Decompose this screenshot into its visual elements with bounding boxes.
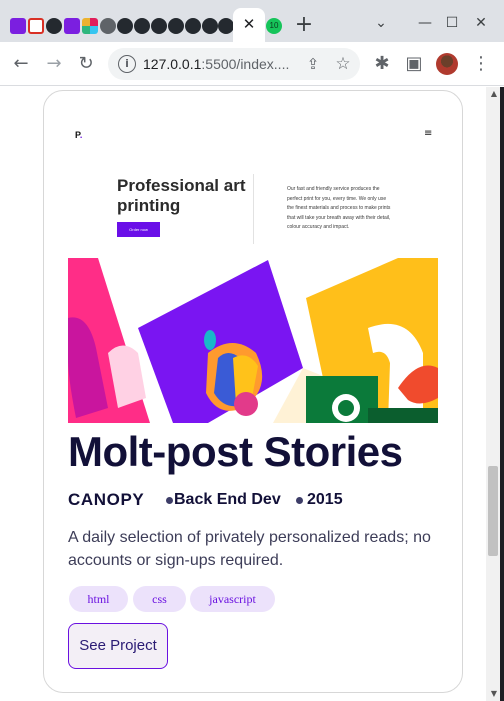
- forward-icon[interactable]: →: [41, 51, 67, 77]
- github-tab-icon[interactable]: [134, 18, 150, 34]
- tab-favicon-icon[interactable]: [64, 18, 80, 34]
- tab-favicon-icon[interactable]: [10, 18, 26, 34]
- new-tab-button[interactable]: +: [293, 14, 315, 36]
- preview-title: Professional art printing: [117, 176, 246, 215]
- chrome-menu-icon[interactable]: ⋮: [468, 51, 494, 77]
- page-viewport: P. ≡ Professional art printing Order now…: [0, 87, 486, 701]
- github-tab-icon[interactable]: [117, 18, 133, 34]
- project-description: A daily selection of privately personali…: [68, 529, 431, 569]
- github-tab-icon[interactable]: [218, 18, 234, 34]
- maximize-button[interactable]: ☐: [441, 12, 463, 34]
- tab-badge-icon[interactable]: 10: [266, 18, 282, 34]
- preview-artwork: [68, 258, 438, 423]
- extensions-icon[interactable]: ✱: [369, 51, 395, 77]
- reload-icon[interactable]: ↻: [73, 51, 99, 77]
- project-role: Back End Dev: [174, 491, 281, 508]
- url-text[interactable]: 127.0.0.1:5500/index....: [143, 56, 293, 72]
- github-tab-icon[interactable]: [46, 18, 62, 34]
- tag-javascript: javascript: [190, 586, 275, 612]
- tab-search-icon[interactable]: ⌄: [370, 12, 392, 34]
- scroll-down-arrow-icon[interactable]: ▼: [488, 689, 500, 699]
- back-icon[interactable]: ←: [8, 51, 34, 77]
- tab-favicon-icon[interactable]: [100, 18, 116, 34]
- github-tab-icon[interactable]: [185, 18, 201, 34]
- side-panel-icon[interactable]: ▣: [401, 51, 427, 77]
- bookmark-star-icon[interactable]: ☆: [332, 53, 354, 75]
- project-card: P. ≡ Professional art printing Order now…: [43, 90, 463, 693]
- github-tab-icon[interactable]: [202, 18, 218, 34]
- background-window-edge: [500, 87, 504, 701]
- preview-menu-icon: ≡: [424, 128, 433, 139]
- profile-avatar[interactable]: [436, 53, 458, 75]
- close-window-button[interactable]: ✕: [470, 12, 492, 34]
- tag-css: css: [133, 586, 186, 612]
- browser-toolbar: ← → ↻ i 127.0.0.1:5500/index.... ⇪ ☆ ✱ ▣…: [0, 42, 504, 86]
- scrollbar-thumb[interactable]: [488, 466, 498, 556]
- project-title: Molt-post Stories: [68, 428, 403, 475]
- preview-divider: [253, 174, 254, 244]
- address-bar[interactable]: i 127.0.0.1:5500/index.... ⇪ ☆: [108, 48, 360, 80]
- bullet-icon: [166, 497, 173, 504]
- project-client: CANOPY: [68, 490, 145, 509]
- tab-strip: ✕ 10 + ⌄ — ☐ ✕: [0, 0, 504, 42]
- share-icon[interactable]: ⇪: [302, 53, 324, 75]
- site-info-icon[interactable]: i: [118, 55, 136, 73]
- preview-description: Our fast and friendly service produces t…: [287, 186, 391, 231]
- scroll-up-arrow-icon[interactable]: ▲: [488, 89, 500, 99]
- tag-html: html: [69, 586, 128, 612]
- gmail-tab-icon[interactable]: [28, 18, 44, 34]
- preview-logo: P.: [75, 130, 83, 140]
- preview-order-button: Order now: [117, 222, 160, 237]
- slack-tab-icon[interactable]: [82, 18, 98, 34]
- close-tab-icon[interactable]: ✕: [240, 15, 258, 33]
- github-tab-icon[interactable]: [168, 18, 184, 34]
- bullet-icon: [296, 497, 303, 504]
- minimize-button[interactable]: —: [414, 12, 436, 34]
- see-project-button[interactable]: See Project: [68, 623, 168, 669]
- project-year: 2015: [307, 491, 343, 508]
- project-preview-image: P. ≡ Professional art printing Order now…: [68, 91, 438, 423]
- github-tab-icon[interactable]: [151, 18, 167, 34]
